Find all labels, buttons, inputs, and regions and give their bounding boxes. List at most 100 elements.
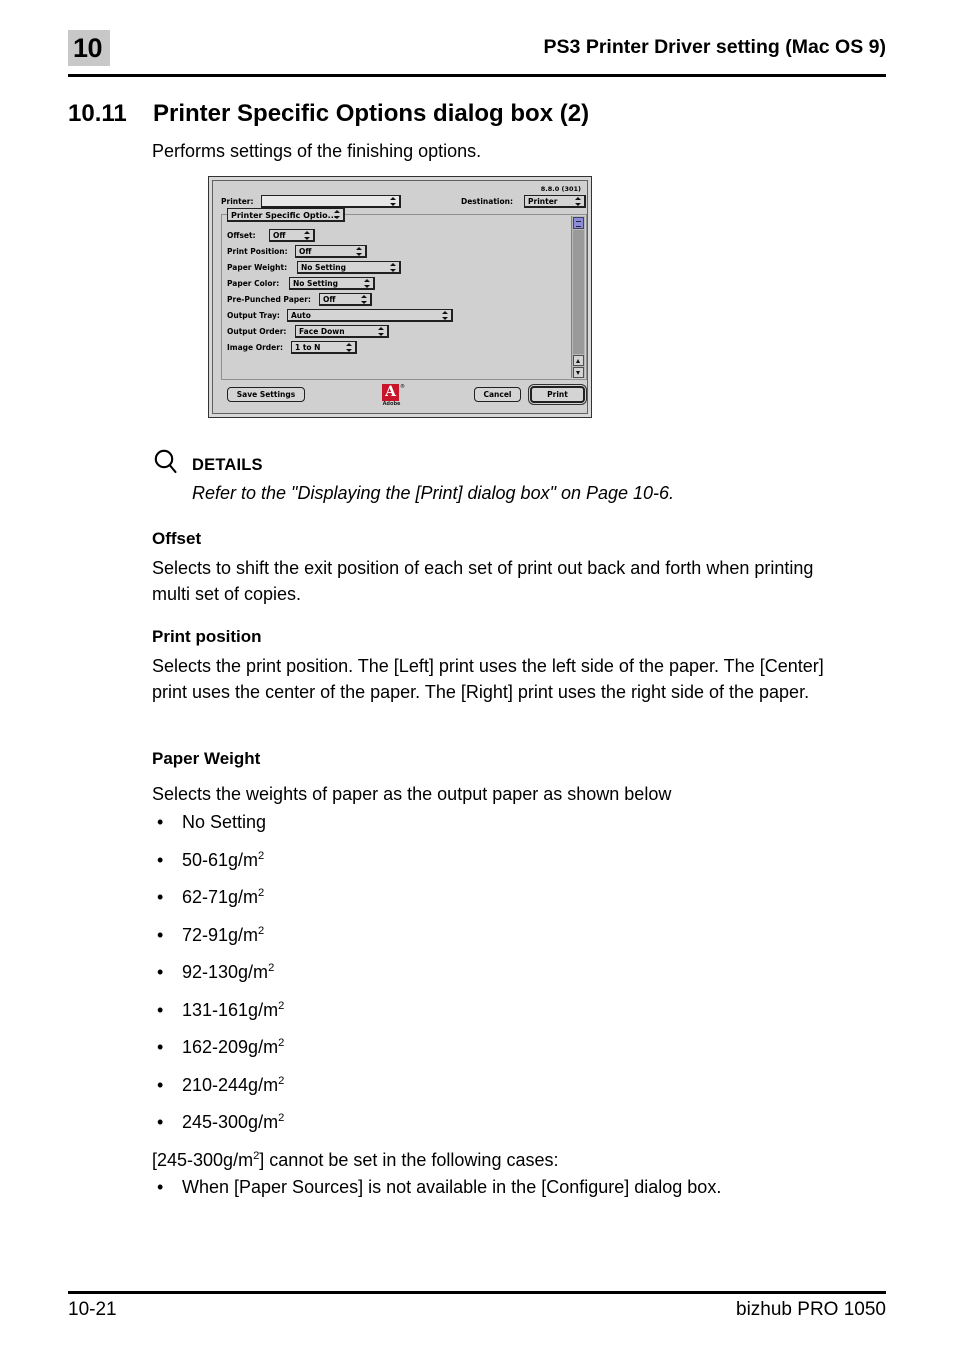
image-order-label: Image Order:	[227, 343, 283, 352]
footer-product-name: bizhub PRO 1050	[736, 1299, 886, 1320]
paper-weight-intro: Selects the weights of paper as the outp…	[152, 784, 672, 804]
section-print-position: Print position Selects the print positio…	[152, 626, 856, 705]
output-tray-select[interactable]: Auto	[287, 309, 453, 322]
scrollbar-track[interactable]	[573, 230, 584, 354]
paper-color-select-value: No Setting	[293, 279, 338, 288]
scrollbar-thumb[interactable]	[573, 217, 584, 229]
cancel-button[interactable]: Cancel	[474, 387, 521, 402]
chapter-number: 10	[73, 33, 103, 63]
paper-weight-list: • No Setting • 50-61g/m2 • 62-71g/m2 • 7…	[152, 810, 856, 1148]
superscript: 2	[278, 1112, 285, 1124]
chevron-updown-icon	[378, 327, 385, 336]
option-row-output-order: Output Order: Face Down	[227, 325, 557, 341]
superscript: 2	[278, 1037, 285, 1049]
adobe-logo-wordmark: Adobe	[382, 401, 401, 407]
output-order-select[interactable]: Face Down	[295, 325, 389, 338]
destination-select-value: Printer	[528, 197, 558, 206]
offset-select-value: Off	[273, 231, 286, 240]
pane-select-value: Printer Specific Optio...	[231, 211, 337, 220]
restriction-list: • When [Paper Sources] is not available …	[152, 1175, 856, 1213]
details-title: DETAILS	[192, 456, 263, 474]
chevron-updown-icon	[390, 263, 397, 272]
paper-weight-select[interactable]: No Setting	[297, 261, 401, 274]
print-dialog-body: 8.8.0 (301) Printer: Destination: Printe…	[212, 180, 588, 414]
list-item-label: 62-71g/m2	[182, 887, 265, 907]
section-print-position-body: Selects the print position. The [Left] p…	[152, 656, 824, 702]
list-item: • When [Paper Sources] is not available …	[152, 1175, 856, 1213]
option-row-output-tray: Output Tray: Auto	[227, 309, 557, 325]
option-row-print-position: Print Position: Off	[227, 245, 557, 261]
offset-select[interactable]: Off	[269, 229, 315, 242]
chevron-updown-icon	[346, 343, 353, 352]
adobe-logo-letter: A	[385, 384, 396, 400]
list-item: • 50-61g/m2	[152, 848, 856, 886]
section-offset-body: Selects to shift the exit position of ea…	[152, 558, 814, 604]
scroll-down-button[interactable]	[573, 367, 584, 378]
list-item-label: 210-244g/m2	[182, 1074, 285, 1095]
section-lead: Performs settings of the finishing optio…	[152, 141, 482, 161]
bullet-icon: •	[157, 849, 164, 870]
header-title: PS3 Printer Driver setting (Mac OS 9)	[543, 36, 886, 58]
document-page: 10 PS3 Printer Driver setting (Mac OS 9)…	[0, 0, 954, 1358]
chevron-updown-icon	[390, 197, 397, 206]
chevron-updown-icon	[575, 197, 582, 206]
option-row-paper-color: Paper Color: No Setting	[227, 277, 557, 293]
paper-color-label: Paper Color:	[227, 279, 280, 288]
pre-punched-paper-select[interactable]: Off	[319, 293, 372, 306]
superscript: 2	[258, 924, 265, 937]
list-item-label: 72-91g/m2	[182, 924, 265, 945]
image-order-select[interactable]: 1 to N	[291, 341, 357, 354]
list-item: • 210-244g/m2	[152, 1073, 856, 1111]
superscript: 2	[258, 849, 265, 862]
printer-label: Printer:	[221, 197, 254, 206]
print-button[interactable]: Print	[530, 386, 585, 403]
header-rule	[68, 74, 886, 77]
section-paper-weight: Paper Weight	[152, 748, 856, 776]
offset-label: Offset:	[227, 231, 256, 240]
superscript: 2	[258, 887, 265, 899]
paper-weight-intro-block: Selects the weights of paper as the outp…	[152, 782, 856, 808]
destination-select[interactable]: Printer	[524, 195, 586, 208]
bullet-icon: •	[157, 887, 164, 907]
print-dialog: 8.8.0 (301) Printer: Destination: Printe…	[208, 176, 592, 418]
list-item-label: 50-61g/m2	[182, 849, 265, 870]
section-print-position-heading: Print position	[152, 627, 262, 646]
list-item: • 245-300g/m2	[152, 1110, 856, 1148]
footer-rule	[68, 1291, 886, 1294]
output-order-label: Output Order:	[227, 327, 287, 336]
superscript: 2	[278, 999, 285, 1012]
paper-weight-label: Paper Weight:	[227, 263, 288, 272]
printer-select[interactable]	[261, 195, 401, 208]
adobe-logo: A ® Adobe	[382, 384, 405, 408]
triangle-up-icon	[576, 359, 580, 363]
save-settings-button[interactable]: Save Settings	[227, 387, 305, 402]
list-item: • No Setting	[152, 810, 856, 848]
output-tray-label: Output Tray:	[227, 311, 280, 320]
pane-select[interactable]: Printer Specific Optio...	[227, 208, 345, 222]
section-offset-heading: Offset	[152, 529, 202, 548]
paper-color-select[interactable]: No Setting	[289, 277, 375, 290]
output-order-select-value: Face Down	[299, 327, 345, 336]
scroll-up-button[interactable]	[573, 355, 584, 366]
restriction-block: [245-300g/m2] cannot be set in the follo…	[152, 1148, 856, 1174]
list-item: • 62-71g/m2	[152, 885, 856, 923]
options-scrollbar[interactable]	[571, 216, 585, 378]
pre-punched-paper-label: Pre-Punched Paper:	[227, 295, 311, 304]
list-item: • 72-91g/m2	[152, 923, 856, 961]
print-dialog-figure: 8.8.0 (301) Printer: Destination: Printe…	[208, 176, 592, 418]
triangle-down-icon	[576, 371, 580, 375]
list-item-label: 92-130g/m2	[182, 962, 275, 982]
list-item-label: 131-161g/m2	[182, 999, 285, 1020]
print-position-label: Print Position:	[227, 247, 288, 256]
section-title: Printer Specific Options dialog box (2)	[153, 100, 590, 127]
option-row-paper-weight: Paper Weight: No Setting	[227, 261, 557, 277]
list-item-label: No Setting	[182, 812, 267, 832]
bullet-icon: •	[157, 812, 164, 832]
chevron-updown-icon	[356, 247, 363, 256]
section-offset: Offset Selects to shift the exit positio…	[152, 528, 856, 607]
footer-page-number: 10-21	[68, 1299, 117, 1320]
section-paper-weight-heading: Paper Weight	[152, 749, 261, 768]
print-position-select[interactable]: Off	[295, 245, 367, 258]
list-item: • 92-130g/m2	[152, 960, 856, 998]
superscript: 2	[278, 1074, 285, 1087]
